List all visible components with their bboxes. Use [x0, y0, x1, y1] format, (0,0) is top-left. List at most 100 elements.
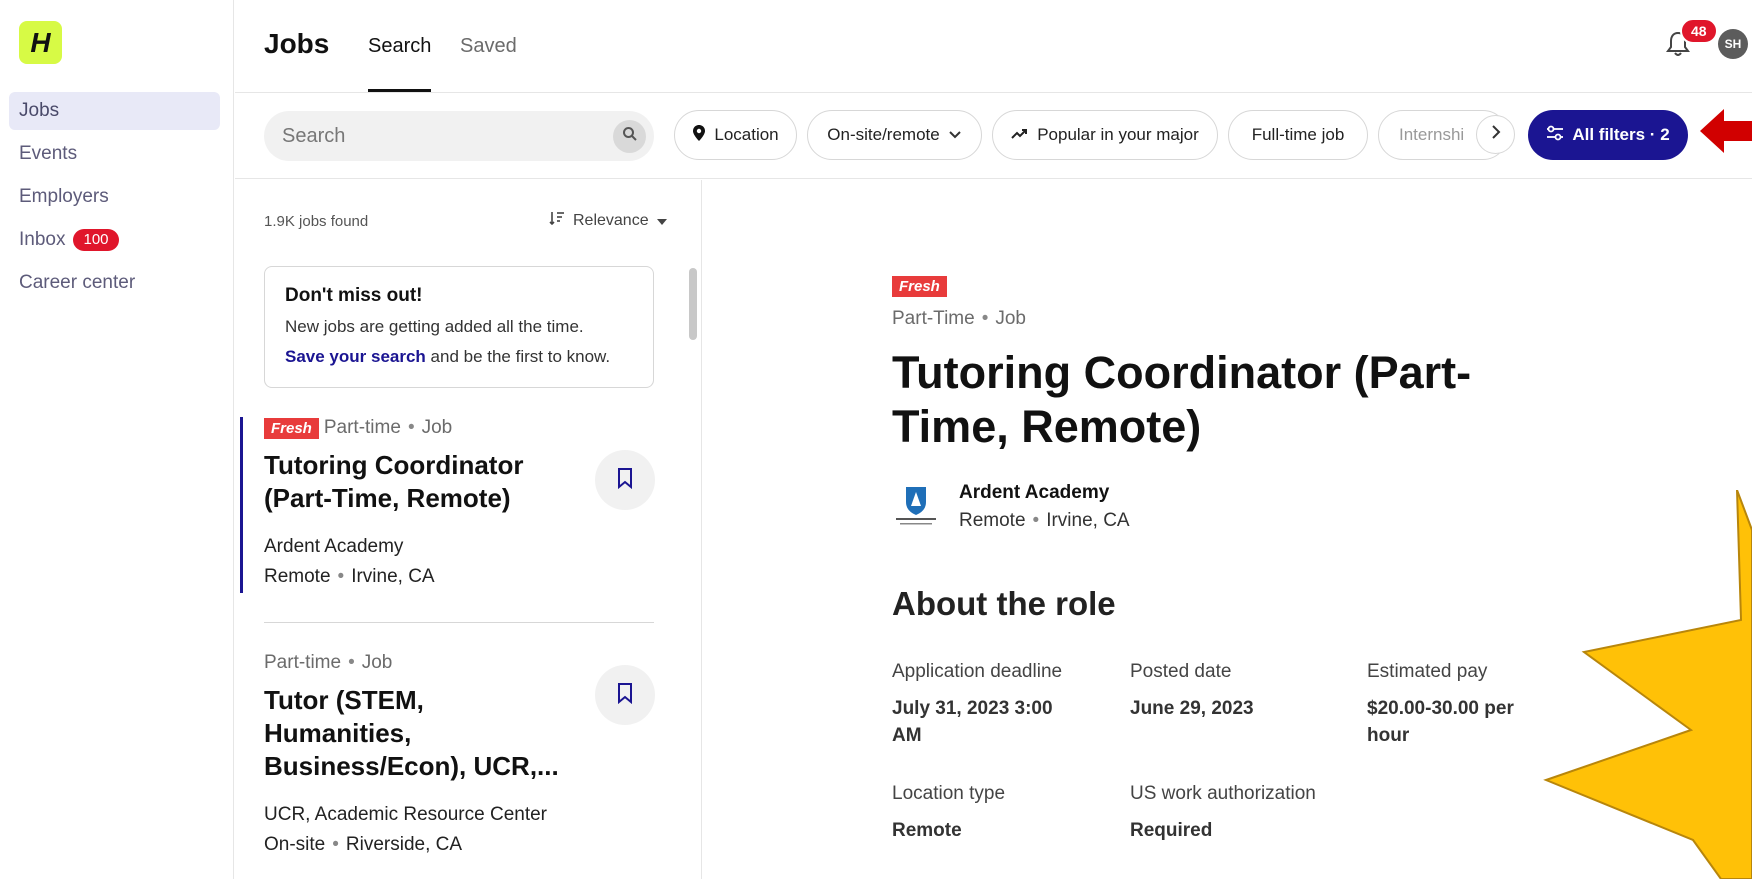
location-type-label: Location type [892, 783, 1006, 804]
bookmark-icon [617, 682, 633, 709]
promo-text: New jobs are getting added all the time. [285, 317, 584, 336]
deadline-value: July 31, 2023 3:00 AM [892, 698, 1053, 746]
search-button[interactable] [613, 120, 646, 153]
job-city: Irvine, CA [351, 566, 435, 587]
sidebar-item-employers[interactable]: Employers [9, 178, 220, 216]
sidebar-nav: Jobs Events Employers Inbox 100 Career c… [9, 92, 220, 307]
location-type-value: Remote [892, 820, 962, 841]
sidebar-item-label: Career center [19, 272, 136, 293]
caret-down-icon [656, 212, 667, 230]
app: H Jobs Events Employers Inbox 100 Career… [0, 0, 1752, 879]
chevron-down-icon [948, 125, 962, 145]
search-input[interactable] [282, 111, 592, 161]
all-filters-button[interactable]: All filters · 2 [1528, 110, 1688, 160]
top-bar: Jobs Search Saved 48 SH [235, 0, 1752, 93]
sidebar-item-label: Events [19, 143, 78, 164]
job-meta: Part-Time • Job [892, 308, 1026, 330]
bookmark-button[interactable] [595, 665, 655, 725]
dot-separator: • [981, 308, 989, 329]
sidebar-item-label: Jobs [19, 100, 60, 121]
job-location: On-site • Riverside, CA [264, 834, 654, 856]
posted-value: June 29, 2023 [1130, 698, 1254, 719]
sidebar-item-inbox[interactable]: Inbox 100 [9, 221, 220, 259]
job-city: Riverside, CA [345, 834, 463, 855]
save-search-link[interactable]: Save your search [285, 347, 426, 366]
work-auth-value: Required [1130, 820, 1213, 841]
job-card[interactable]: Part-time • Job Tutor (STEM, Humanities, B… [264, 652, 655, 856]
filter-bar: Location On-site/remote Popular in your … [235, 93, 1752, 179]
job-location-type: Remote [264, 566, 331, 587]
promo-cta-rest: and be the first to know. [425, 347, 611, 366]
job-type: Part-time [264, 652, 342, 673]
job-location: Remote • Irvine, CA [959, 510, 1130, 532]
job-location-type: On-site [264, 834, 326, 855]
sidebar-item-label: Inbox [19, 229, 66, 250]
dot-separator: • [348, 652, 355, 673]
sort-icon [549, 211, 565, 230]
dot-separator: • [332, 834, 339, 855]
job-meta: Fresh Part-time • Job [264, 417, 654, 439]
sidebar-item-career-center[interactable]: Career center [9, 264, 220, 302]
location-filter-chip[interactable]: Location [674, 110, 797, 160]
company-name[interactable]: Ardent Academy [959, 482, 1109, 504]
job-location-type: Remote [959, 510, 1026, 531]
sliders-icon [1546, 125, 1564, 146]
save-search-promo: Don't miss out! New jobs are getting add… [264, 266, 654, 388]
promo-cta-line: Save your search and be the first to kno… [285, 347, 633, 367]
chip-label: On-site/remote [827, 125, 940, 144]
bookmark-icon [617, 467, 633, 494]
job-kind: Job [995, 308, 1026, 329]
results-count: 1.9K jobs found [264, 213, 369, 230]
sidebar-item-jobs[interactable]: Jobs [9, 92, 220, 130]
job-card[interactable]: Fresh Part-time • Job Tutoring Coordinator … [240, 417, 655, 593]
pay-value: $20.00-30.00 per hour [1367, 698, 1514, 746]
job-type: Part-time [323, 417, 401, 438]
popular-in-major-chip[interactable]: Popular in your major [992, 110, 1218, 160]
inbox-count-badge: 100 [73, 229, 119, 251]
job-kind: Job [361, 652, 393, 673]
dot-separator: • [407, 417, 415, 438]
sidebar: H Jobs Events Employers Inbox 100 Career… [0, 0, 234, 879]
job-location: Remote • Irvine, CA [264, 566, 654, 588]
onsite-remote-filter-chip[interactable]: On-site/remote [807, 110, 982, 160]
dot-separator: • [337, 566, 345, 587]
work-auth-label: US work authorization [1130, 783, 1316, 804]
app-logo[interactable]: H [19, 21, 62, 64]
notification-count-badge: 48 [1680, 18, 1718, 44]
avatar[interactable]: SH [1718, 29, 1748, 59]
job-type: Part-Time [892, 308, 975, 329]
about-heading: About the role [892, 585, 1116, 622]
list-divider [264, 622, 654, 623]
logo-letter: H [30, 26, 51, 58]
job-kind: Job [421, 417, 453, 438]
promo-title: Don't miss out! [285, 285, 423, 306]
full-time-job-chip[interactable]: Full-time job [1228, 110, 1368, 160]
pin-icon [692, 124, 706, 147]
sidebar-item-label: Employers [19, 186, 109, 207]
tab-saved[interactable]: Saved [460, 35, 517, 58]
active-tab-indicator [368, 89, 431, 92]
deadline-label: Application deadline [892, 661, 1063, 682]
job-company: Ardent Academy [264, 536, 404, 557]
page-title: Jobs [264, 28, 330, 59]
job-meta: Part-time • Job [264, 652, 654, 674]
sort-label: Relevance [573, 211, 649, 229]
job-title[interactable]: Tutoring Coordinator (Part-Time, Remote) [264, 449, 584, 515]
bookmark-button[interactable] [595, 450, 655, 510]
job-detail-panel: Fresh Part-Time • Job Tutoring Coordinator… [703, 180, 1752, 879]
job-title[interactable]: Tutor (STEM, Humanities, Business/Econ),… [264, 684, 574, 783]
scroll-chips-right-button[interactable] [1476, 115, 1515, 154]
results-scrollbar[interactable] [689, 268, 697, 340]
chip-label: Popular in your major [1037, 125, 1199, 144]
sidebar-item-events[interactable]: Events [9, 135, 220, 173]
job-detail-title: Tutoring Coordinator (Part-Time, Remote) [892, 347, 1472, 452]
annotation-arrow-icon [1698, 103, 1752, 164]
chip-label: Location [714, 125, 779, 144]
ardent-academy-logo[interactable] [892, 484, 940, 528]
all-filters-label: All filters · 2 [1572, 125, 1670, 144]
fresh-tag: Fresh [264, 418, 319, 439]
fresh-tag: Fresh [892, 276, 947, 297]
tab-search[interactable]: Search [368, 35, 431, 58]
sort-dropdown[interactable]: Relevance [549, 211, 667, 230]
pay-label: Estimated pay [1367, 661, 1488, 682]
